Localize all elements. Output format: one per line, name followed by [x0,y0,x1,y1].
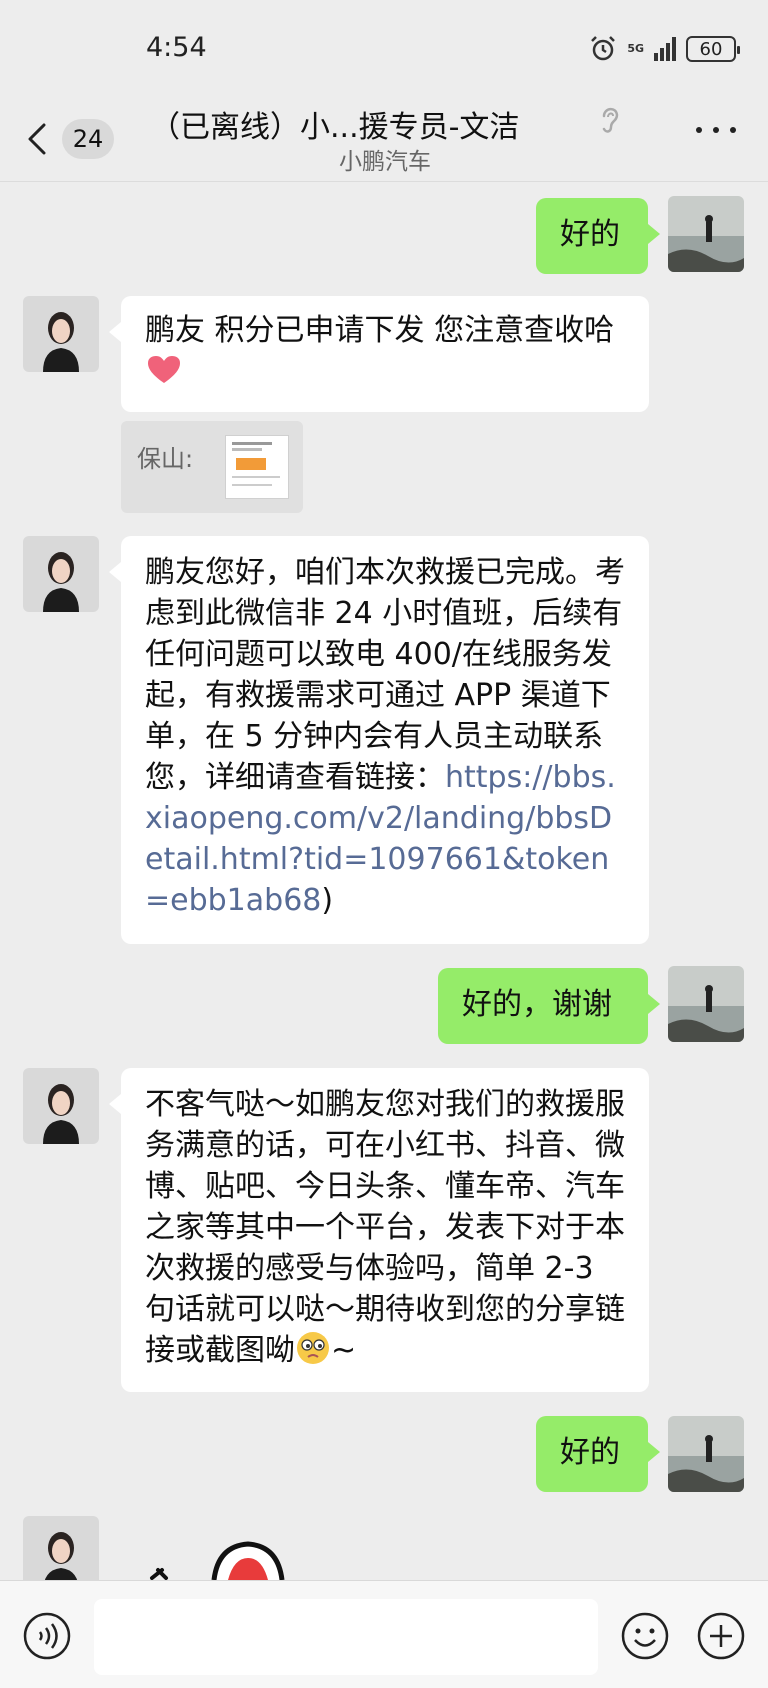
network-type: 5G [627,42,644,55]
agent-avatar[interactable] [23,1068,99,1144]
message-bubble-incoming[interactable]: 鹏友 积分已申请下发 您注意查收哈 [109,296,649,412]
chat-title: （已离线）小...援专员-文洁 [150,110,520,145]
avatar-landscape-image [668,966,744,1042]
unread-count-badge: 24 [62,119,114,159]
message-text: 鹏友 积分已申请下发 您注意查收哈 [145,313,615,348]
quoted-message[interactable]: 保山: [121,421,303,513]
message-bubble-outgoing[interactable]: 好的 [536,1416,660,1492]
back-button[interactable]: 24 [24,114,124,164]
message-bubble-incoming[interactable]: 鹏友您好，咱们本次救援已完成。考虑到此微信非 24 小时值班，后续有任何问题可以… [109,536,649,944]
message-text: 好的，谢谢 [462,987,612,1022]
status-bar: 4:54 5G 60 [0,0,768,96]
sticker-image[interactable] [148,1540,348,1580]
signal-icon [654,37,676,61]
message-text: 好的 [560,217,620,252]
battery-icon: 60 [686,36,740,62]
agent-photo-image [23,296,99,372]
more-dot [730,127,736,133]
agent-photo-image [23,536,99,612]
chat-subtitle: 小鹏汽车 [339,149,431,175]
my-avatar[interactable] [668,966,744,1042]
message-bubble-outgoing[interactable]: 好的，谢谢 [438,968,660,1044]
quoted-screenshot-thumbnail [225,435,289,499]
more-button[interactable] [696,120,736,140]
plus-icon[interactable] [696,1611,746,1661]
chevron-left-icon [28,123,46,155]
chat-header: 24 （已离线）小...援专员-文洁 小鹏汽车 [0,96,768,182]
message-text: 鹏友您好，咱们本次救援已完成。考虑到此微信非 24 小时值班，后续有任何问题可以… [145,555,625,795]
avatar-landscape-image [668,196,744,272]
more-dot [713,127,719,133]
emoji-icon[interactable] [620,1611,670,1661]
voice-icon[interactable] [22,1611,72,1661]
status-icons: 5G 60 [589,32,740,66]
my-avatar[interactable] [668,196,744,272]
face-emoji-icon [297,1332,329,1364]
quote-sender: 保山: [137,445,194,473]
avatar-landscape-image [668,1416,744,1492]
message-text: 好的 [560,1435,620,1470]
message-bubble-incoming[interactable]: 不客气哒～如鹏友您对我们的救援服务满意的话，可在小红书、抖音、微博、贴吧、今日头… [109,1068,649,1392]
message-text-end: ) [321,883,334,918]
status-time: 4:54 [146,32,207,63]
message-text: 不客气哒～如鹏友您对我们的救援服务满意的话，可在小红书、抖音、微博、贴吧、今日头… [145,1087,625,1368]
my-avatar[interactable] [668,1416,744,1492]
heart-icon [148,356,180,383]
message-input[interactable] [94,1599,598,1675]
alarm-icon [591,36,616,61]
battery-level: 60 [699,38,723,60]
agent-avatar[interactable] [23,536,99,612]
ear-icon [602,107,619,133]
agent-photo-image [23,1068,99,1144]
message-bubble-outgoing[interactable]: 好的 [536,198,660,274]
more-dot [696,127,702,133]
message-text-end: ~ [331,1333,357,1368]
input-bar [0,1580,768,1688]
agent-avatar[interactable] [23,296,99,372]
